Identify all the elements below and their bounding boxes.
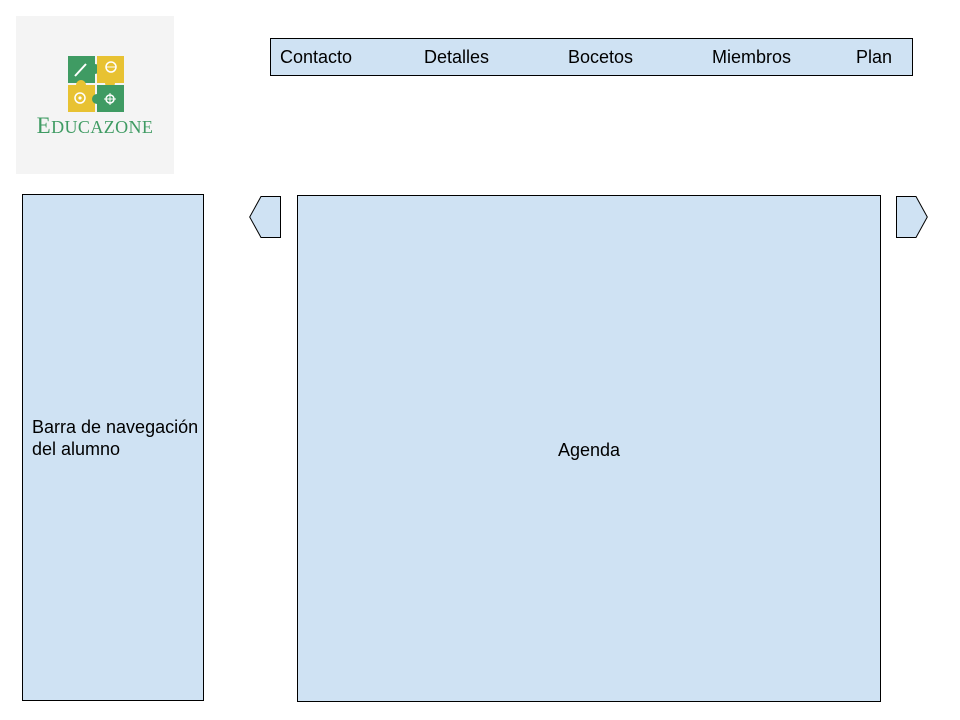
logo[interactable]: EDUCAZONE xyxy=(16,16,174,174)
nav-item-bocetos[interactable]: Bocetos xyxy=(568,47,633,67)
logo-text-cap: E xyxy=(36,113,52,138)
puzzle-logo-icon xyxy=(68,56,124,112)
logo-text-rest: DUCAZONE xyxy=(51,117,154,137)
arrow-right-icon[interactable] xyxy=(896,196,928,238)
arrow-left-icon[interactable] xyxy=(249,196,281,238)
page: EDUCAZONE Contacto Detalles Bocetos Miem… xyxy=(0,0,960,720)
logo-wordmark: EDUCAZONE xyxy=(16,113,174,139)
nav-item-detalles[interactable]: Detalles xyxy=(424,47,489,67)
nav-item-contacto[interactable]: Contacto xyxy=(280,47,352,67)
top-navigation-bar: Contacto Detalles Bocetos Miembros Plan xyxy=(270,38,913,76)
nav-item-plan[interactable]: Plan xyxy=(856,47,892,67)
student-sidebar[interactable]: Barra de navegación del alumno xyxy=(22,194,204,701)
agenda-panel[interactable]: Agenda xyxy=(297,195,881,702)
nav-item-miembros[interactable]: Miembros xyxy=(712,47,791,67)
sidebar-label: Barra de navegación del alumno xyxy=(32,417,199,459)
agenda-label: Agenda xyxy=(557,440,621,460)
